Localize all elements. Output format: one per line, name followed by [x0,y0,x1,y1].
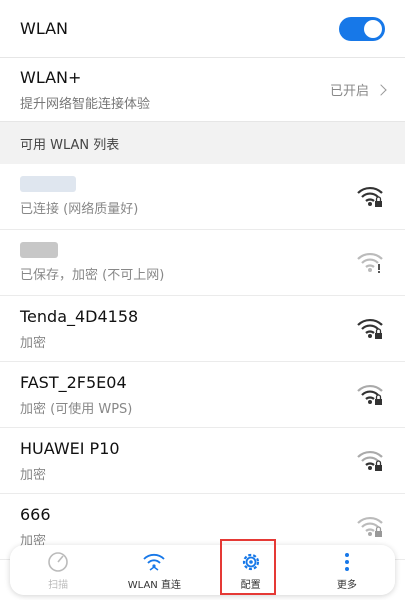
wlan-plus-subtitle: 提升网络智能连接体验 [20,96,151,112]
highlight-box [220,539,276,595]
network-row[interactable]: Tenda_4D4158 加密 [0,296,405,362]
wlan-toggle-row[interactable]: WLAN [0,0,405,58]
network-status: 已保存，加密 (不可上网) [20,268,165,283]
wlan-title: WLAN [20,19,69,38]
wifi-locked-icon [357,516,383,538]
scan-icon [47,550,69,574]
network-row[interactable]: FAST_2F5E04 加密 (可使用 WPS) [0,362,405,428]
network-name: FAST_2F5E04 [20,372,127,392]
wlan-plus-row[interactable]: WLAN+ 提升网络智能连接体验 已开启 [0,58,405,122]
wifi-locked-icon [357,384,383,406]
network-status: 加密 [20,467,47,483]
network-row[interactable]: 已保存，加密 (不可上网) [0,230,405,296]
wlan-plus-status: 已开启 [329,84,369,99]
network-row[interactable]: HUAWEI P10 加密 [0,428,405,494]
wifi-locked-icon [357,450,383,472]
bottom-action-bar: 扫描 WLAN 直连 配置 更多 [10,545,395,595]
network-name-redacted [20,176,76,192]
network-row[interactable]: 已连接 (网络质量好) [0,164,405,230]
network-name: HUAWEI P10 [20,438,120,458]
available-networks-header: 可用 WLAN 列表 [0,122,405,164]
scan-label: 扫描 [48,579,69,591]
wlan-switch[interactable] [339,16,385,41]
network-status: 加密 (可使用 WPS) [20,401,133,417]
scan-button[interactable]: 扫描 [23,550,93,591]
more-button[interactable]: 更多 [312,550,382,591]
wifi-direct-icon [142,550,166,574]
network-status: 加密 [20,335,47,351]
network-name: 666 [20,504,51,524]
wifi-locked-icon [357,318,383,340]
network-name-redacted [20,242,58,258]
section-title: 可用 WLAN 列表 [20,137,120,153]
wifi-warning-icon [357,252,383,274]
wifi-direct-label: WLAN 直连 [127,579,181,591]
network-status: 已连接 (网络质量好) [20,202,139,217]
wifi-locked-icon [357,186,383,208]
more-label: 更多 [336,579,357,591]
more-vertical-icon [344,550,350,574]
wifi-direct-button[interactable]: WLAN 直连 [119,550,189,591]
network-name: Tenda_4D4158 [20,306,139,326]
chevron-right-icon [375,83,387,96]
wlan-plus-title: WLAN+ [20,67,82,87]
